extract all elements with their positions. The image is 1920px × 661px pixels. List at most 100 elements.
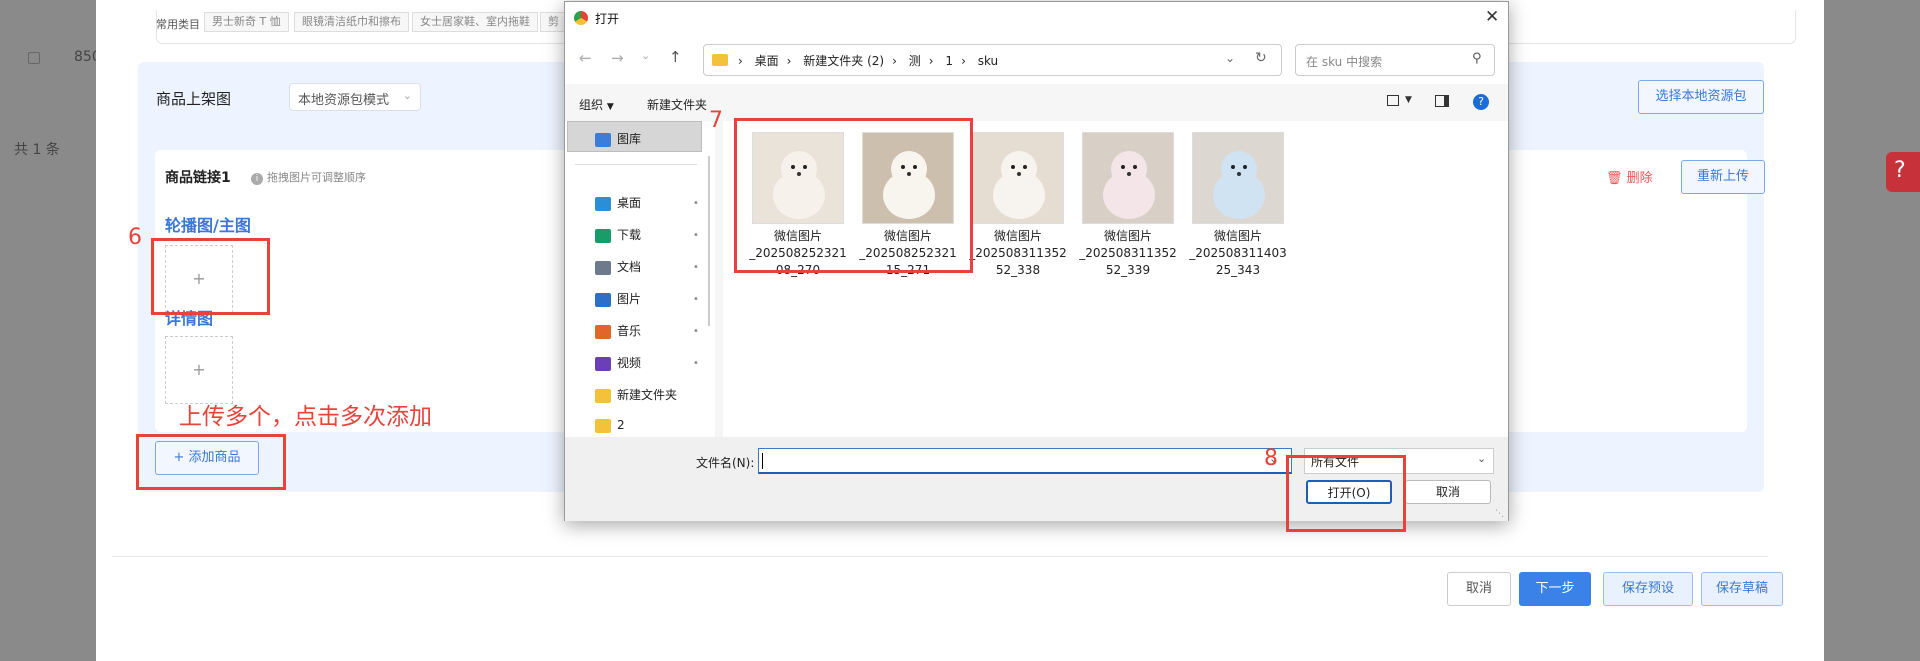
category-tag[interactable]: 女士居家鞋、室内拖鞋 — [412, 12, 538, 32]
pin-icon: • — [693, 230, 699, 241]
search-icon: ⚲ — [1472, 51, 1482, 66]
file-thumbnail — [972, 132, 1064, 224]
dialog-title: 打开 — [595, 12, 620, 26]
nav-item-label: 桌面 — [617, 196, 642, 210]
view-options-icon[interactable] — [1387, 95, 1399, 106]
category-tag[interactable]: 男士新奇 T 恤 — [204, 12, 289, 32]
annotation-number-8: 8 — [1264, 446, 1278, 471]
annotation-box-add — [136, 434, 286, 490]
help-icon[interactable]: ? — [1473, 94, 1489, 110]
nav-divider — [575, 164, 697, 165]
file-name-line: 52_338 — [995, 263, 1041, 277]
search-input[interactable]: 在 sku 中搜索 ⚲ — [1295, 44, 1495, 76]
breadcrumb-separator: › — [928, 54, 934, 68]
file-name-line: 微信图片 — [1103, 229, 1152, 243]
file-open-dialog: 打开 ✕ ← → ⌄ ↑ › 桌面 › 新建文件夹 (2) › 测 › 1 › sku … — [564, 1, 1509, 521]
category-tag[interactable]: 眼镜清洁纸巾和擦布 — [294, 12, 409, 32]
annotation-box-7 — [734, 118, 973, 273]
breadcrumb-item[interactable]: 测 — [909, 54, 921, 68]
file-thumbnail — [1192, 132, 1284, 224]
save-draft-button[interactable]: 保存草稿 — [1701, 572, 1783, 606]
breadcrumb-item[interactable]: 新建文件夹 (2) — [803, 54, 884, 68]
pin-icon: • — [693, 198, 699, 209]
row-checkbox[interactable] — [28, 52, 40, 64]
refresh-icon[interactable]: ↻ — [1255, 50, 1267, 66]
save-preset-button[interactable]: 保存预设 — [1603, 572, 1693, 606]
reupload-button[interactable]: 重新上传 — [1681, 160, 1765, 194]
delete-label: 删除 — [1626, 171, 1653, 186]
chrome-icon — [574, 11, 588, 25]
select-local-package-button[interactable]: 选择本地资源包 — [1638, 80, 1764, 114]
nav-item[interactable]: 文档 — [595, 258, 641, 280]
nav-scrollbar[interactable] — [708, 156, 710, 326]
pictures-icon — [595, 292, 611, 307]
new-folder-button[interactable]: 新建文件夹 — [647, 96, 707, 113]
nav-item[interactable]: 图片 — [595, 290, 641, 312]
search-placeholder: 在 sku 中搜索 — [1306, 55, 1383, 69]
cancel-button[interactable]: 取消 — [1447, 572, 1511, 606]
file-name-line: _202508311403 — [1189, 246, 1287, 260]
nav-item[interactable]: 音乐 — [595, 322, 641, 344]
back-arrow-icon[interactable]: ← — [579, 49, 592, 67]
folder-icon — [595, 418, 611, 433]
dog-photo-icon — [1213, 151, 1265, 219]
chevron-down-icon: ▼ — [606, 102, 614, 112]
desktop-icon — [595, 196, 611, 211]
music-icon — [595, 324, 611, 339]
chevron-down-icon: ⌄ — [1477, 452, 1487, 465]
nav-item[interactable]: 桌面 — [595, 194, 641, 216]
filename-input[interactable]: ⌄ — [758, 448, 1292, 474]
total-count: 共 1 条 — [14, 142, 60, 158]
upload-mode-label: 商品上架图 — [156, 90, 232, 108]
nav-item[interactable]: 下载 — [595, 226, 641, 248]
category-tag[interactable]: 剪 — [540, 12, 567, 32]
breadcrumb-item[interactable]: 1 — [945, 54, 953, 68]
detail-upload-box[interactable]: + — [165, 336, 233, 404]
next-step-button[interactable]: 下一步 — [1519, 572, 1591, 606]
annotation-box-6 — [151, 238, 270, 315]
nav-item-label: 视频 — [617, 356, 642, 370]
close-icon[interactable]: ✕ — [1485, 7, 1499, 27]
address-bar[interactable]: › 桌面 › 新建文件夹 (2) › 测 › 1 › sku ⌄ ↻ — [703, 44, 1282, 76]
dialog-cancel-button[interactable]: 取消 — [1405, 480, 1491, 504]
documents-icon — [595, 260, 611, 275]
forward-arrow-icon[interactable]: → — [611, 49, 624, 67]
nav-item[interactable]: 视频 — [595, 354, 641, 376]
breadcrumb-separator: › — [892, 54, 897, 68]
nav-item[interactable]: 新建文件夹 — [595, 386, 677, 408]
dialog-titlebar: 打开 ✕ — [565, 2, 1508, 34]
annotation-note: 上传多个，点击多次添加 — [179, 404, 432, 430]
videos-icon — [595, 356, 611, 371]
footer-divider — [112, 556, 1768, 557]
category-label: 常用类目 — [156, 18, 200, 31]
annotation-number-7: 7 — [709, 108, 723, 133]
dog-photo-icon — [1103, 151, 1155, 219]
upload-mode-select[interactable]: 本地资源包模式 ⌄ — [289, 83, 421, 111]
breadcrumb-item[interactable]: 桌面 — [755, 54, 779, 68]
preview-pane-icon[interactable] — [1435, 95, 1449, 107]
delete-button[interactable]: 🗑 删除 — [1606, 167, 1653, 186]
organize-menu[interactable]: 组织 ▼ — [579, 96, 614, 113]
pin-icon: • — [693, 358, 699, 369]
annotation-box-8 — [1286, 455, 1406, 532]
breadcrumb-item[interactable]: sku — [978, 54, 998, 68]
navigation-pane: 图库 桌面 • 下载 • 文档 • 图片 • 音乐 • 视频 • 新建文件夹 2 — [565, 121, 715, 437]
drag-hint-text: 拖拽图片可调整顺序 — [267, 171, 366, 184]
file-name-line: _202508311352 — [969, 246, 1067, 260]
up-arrow-icon[interactable]: ↑ — [669, 48, 682, 66]
nav-item-label: 新建文件夹 — [617, 388, 678, 402]
folder-icon — [595, 388, 611, 403]
gallery-icon — [595, 132, 611, 147]
chevron-down-icon[interactable]: ▼ — [1405, 95, 1412, 105]
address-dropdown-icon[interactable]: ⌄ — [1225, 51, 1235, 65]
nav-item-label: 图片 — [617, 292, 642, 306]
file-name-line: 微信图片 — [993, 229, 1042, 243]
resize-grip-icon[interactable]: ⋱ — [1495, 509, 1504, 519]
help-badge[interactable]: ? — [1886, 152, 1920, 192]
info-icon: i — [251, 173, 263, 185]
help-icon: ? — [1894, 158, 1906, 183]
folder-icon — [712, 54, 728, 66]
recent-locations-icon[interactable]: ⌄ — [641, 49, 650, 62]
text-caret — [762, 453, 763, 469]
nav-item[interactable]: 图库 — [595, 130, 641, 152]
